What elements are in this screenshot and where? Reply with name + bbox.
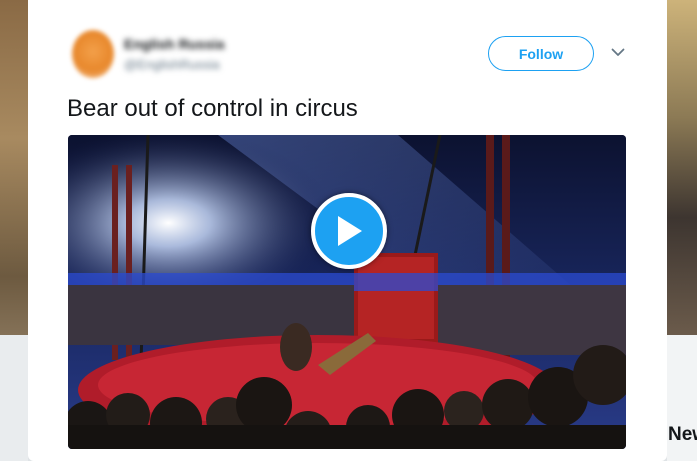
background-left-lower	[0, 335, 28, 461]
video-player[interactable]	[68, 135, 626, 449]
tweet-card: English Russia @EnglishRussia Follow Bea…	[28, 0, 667, 461]
play-icon	[338, 216, 362, 246]
author-name[interactable]: English Russia	[124, 36, 224, 52]
tweet-text: Bear out of control in circus	[67, 95, 358, 122]
play-button[interactable]	[311, 193, 387, 269]
author-handle[interactable]: @EnglishRussia	[124, 57, 220, 72]
video-thumbnail	[68, 135, 626, 449]
chevron-down-icon[interactable]	[610, 44, 626, 60]
follow-button[interactable]: Follow	[488, 36, 594, 71]
background-partial-heading: New	[668, 424, 697, 445]
avatar[interactable]	[72, 30, 114, 78]
background-right-strip	[667, 0, 697, 335]
